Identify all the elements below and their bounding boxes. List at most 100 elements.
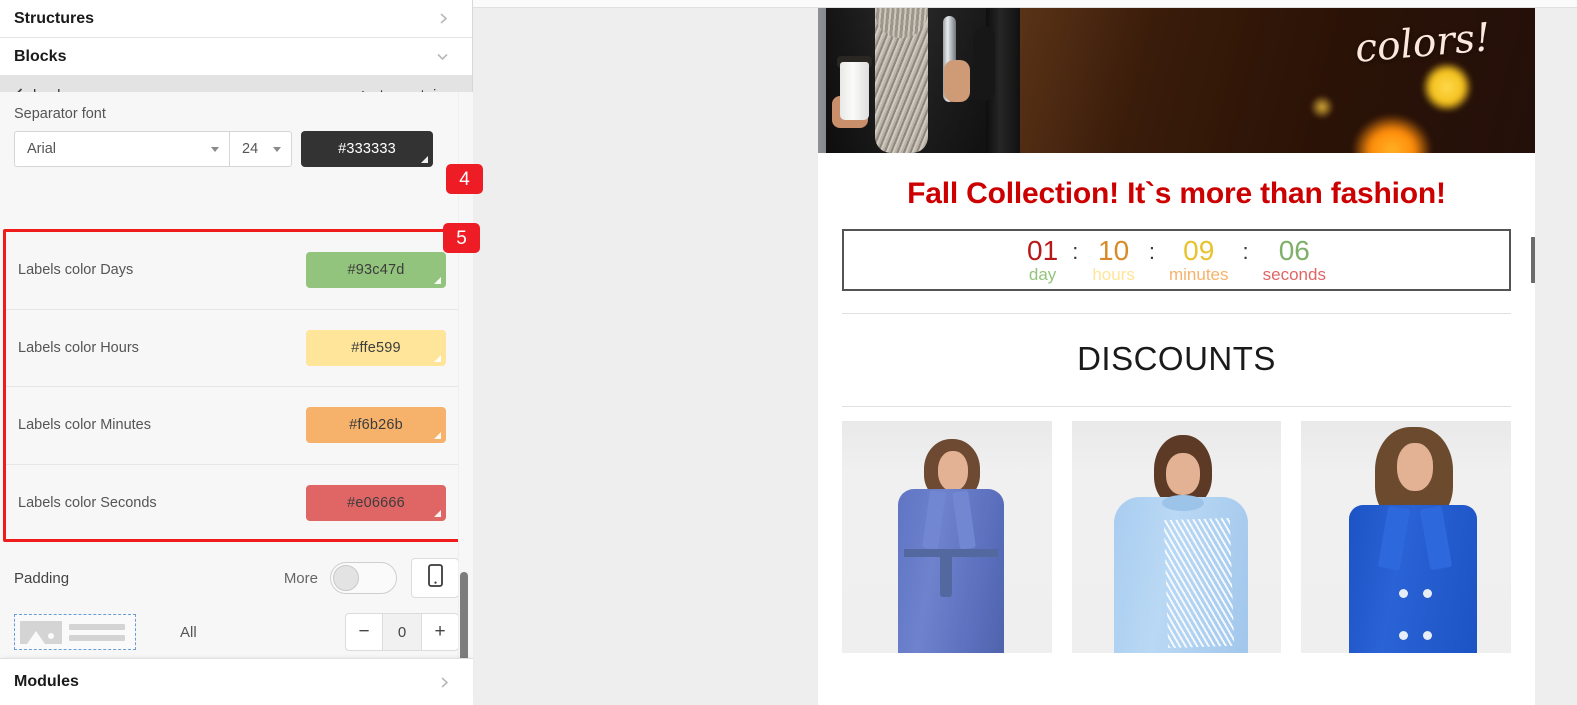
email-canvas: colors! Fall Collection! It`s more than … [818,8,1577,705]
labels-color-days-value: #93c47d [347,262,405,279]
chevron-down-icon [273,146,281,152]
labels-color-days-swatch[interactable]: #93c47d [306,252,446,289]
product-image-2[interactable] [1071,421,1282,653]
hero-model-hand-on-door [944,60,970,102]
headline-text[interactable]: Fall Collection! It`s more than fashion! [818,153,1535,229]
countdown-separator: : [1072,238,1079,264]
sidebar-section-structures-label: Structures [14,9,95,27]
labels-color-group: Labels color Days #93c47d Labels color H… [3,229,463,542]
separator-font-color-swatch[interactable]: #333333 [301,131,433,167]
countdown-separator: : [1148,238,1155,264]
hero-banner-image[interactable]: colors! [818,8,1535,153]
top-strip [473,0,1577,8]
font-family-value: Arial [27,141,57,157]
hero-coffee-cup [840,62,869,120]
labels-color-seconds-value: #e06666 [347,495,405,512]
countdown-block[interactable]: 01 day : 10 hours : 09 minutes : 06 seco… [818,229,1577,291]
countdown-minutes-number: 09 [1183,234,1215,266]
product-grid [818,407,1535,653]
sidebar-section-modules-label: Modules [14,673,79,690]
settings-panel: Separator font Arial 24 #333333 Labels c… [0,92,473,658]
countdown-unit-seconds: 06 seconds [1261,234,1328,285]
labels-color-seconds-label: Labels color Seconds [18,495,157,512]
app-root: Structures Blocks back to conta [0,0,1577,705]
mobile-view-button[interactable] [411,558,459,598]
sweater-fringe [1163,517,1234,649]
font-family-select[interactable]: Arial [14,131,230,167]
step-badge-5: 5 [443,223,480,253]
model-face [938,451,968,491]
sweater-neckline [1161,495,1204,511]
chevron-down-icon [435,50,450,63]
labels-color-seconds-row: Labels color Seconds #e06666 [6,465,460,543]
padding-stepper: − 0 + [345,613,459,651]
countdown-seconds-number: 06 [1278,234,1310,266]
labels-color-seconds-swatch[interactable]: #e06666 [306,485,446,522]
resize-handle-icon [434,277,441,285]
hero-autumn-leaf [1421,63,1473,111]
sidebar-section-blocks[interactable]: Blocks [0,38,472,76]
countdown-hours-label: hours [1092,265,1135,285]
mobile-icon [427,564,443,592]
chevron-right-icon [438,676,451,689]
editor-sidebar: Structures Blocks back to conta [0,0,473,705]
step-badge-4: 4 [446,164,483,194]
resize-handle-icon [421,156,428,163]
hero-flame-glow [1353,115,1431,153]
font-size-value: 24 [242,141,259,157]
chevron-right-icon [437,12,450,25]
separator-font-label: Separator font [14,106,106,122]
labels-color-minutes-label: Labels color Minutes [18,417,151,434]
labels-color-minutes-value: #f6b26b [349,417,403,434]
countdown-seconds-label: seconds [1262,265,1326,285]
text-lines-icon [69,623,125,641]
labels-color-minutes-row: Labels color Minutes #f6b26b [6,387,460,465]
labels-color-hours-swatch[interactable]: #ffe599 [306,329,446,366]
sidebar-section-modules[interactable]: Modules [0,658,473,705]
countdown-unit-days: 01 day [1025,234,1060,285]
labels-color-hours-value: #ffe599 [351,339,401,356]
countdown-unit-minutes: 09 minutes [1167,234,1231,285]
more-toggle[interactable] [330,562,397,594]
labels-color-days-label: Labels color Days [18,262,134,279]
discounts-title[interactable]: DISCOUNTS [818,314,1535,406]
coat-belt-knot [940,553,952,597]
toggle-knob [333,565,359,591]
canvas-right-gutter [1535,8,1577,705]
resize-handle-icon [434,432,441,440]
separator-font-color-value: #333333 [338,141,396,157]
labels-color-days-row: Labels color Days #93c47d [6,232,460,310]
font-size-select[interactable]: 24 [230,131,292,167]
image-placeholder-icon [20,620,62,644]
padding-preview [14,614,136,650]
countdown-separator: : [1242,238,1249,264]
labels-color-hours-row: Labels color Hours #ffe599 [6,310,460,387]
model-face [1397,443,1434,491]
resize-handle-icon [434,510,441,518]
hero-door-handle-dark [973,26,995,101]
countdown-timer: 01 day : 10 hours : 09 minutes : 06 seco… [842,229,1511,291]
sidebar-section-structures[interactable]: Structures [0,0,472,38]
labels-color-hours-label: Labels color Hours [18,339,139,356]
countdown-days-label: day [1028,265,1057,285]
resize-handle-icon [434,354,441,362]
padding-increment-button[interactable]: + [421,613,459,651]
countdown-hours-number: 10 [1098,234,1130,266]
hero-autumn-leaf-small [1309,96,1335,118]
product-image-1[interactable] [842,421,1052,653]
countdown-minutes-label: minutes [1168,265,1229,285]
sidebar-section-blocks-label: Blocks [14,47,67,65]
model-face [1165,453,1200,495]
labels-color-minutes-swatch[interactable]: #f6b26b [306,407,446,444]
padding-all-label: All [180,623,197,641]
padding-value[interactable]: 0 [383,613,421,651]
more-label: More [283,569,318,587]
countdown-days-number: 01 [1027,234,1059,266]
padding-label: Padding [14,569,70,587]
padding-decrement-button[interactable]: − [345,613,383,651]
separator-font-field: Separator font Arial 24 #333333 [0,92,473,167]
product-image-3[interactable] [1301,421,1512,653]
royal-blue-blazer [1349,505,1478,653]
chevron-down-icon [211,146,219,152]
padding-section: Padding More All − 0 + [0,547,473,655]
